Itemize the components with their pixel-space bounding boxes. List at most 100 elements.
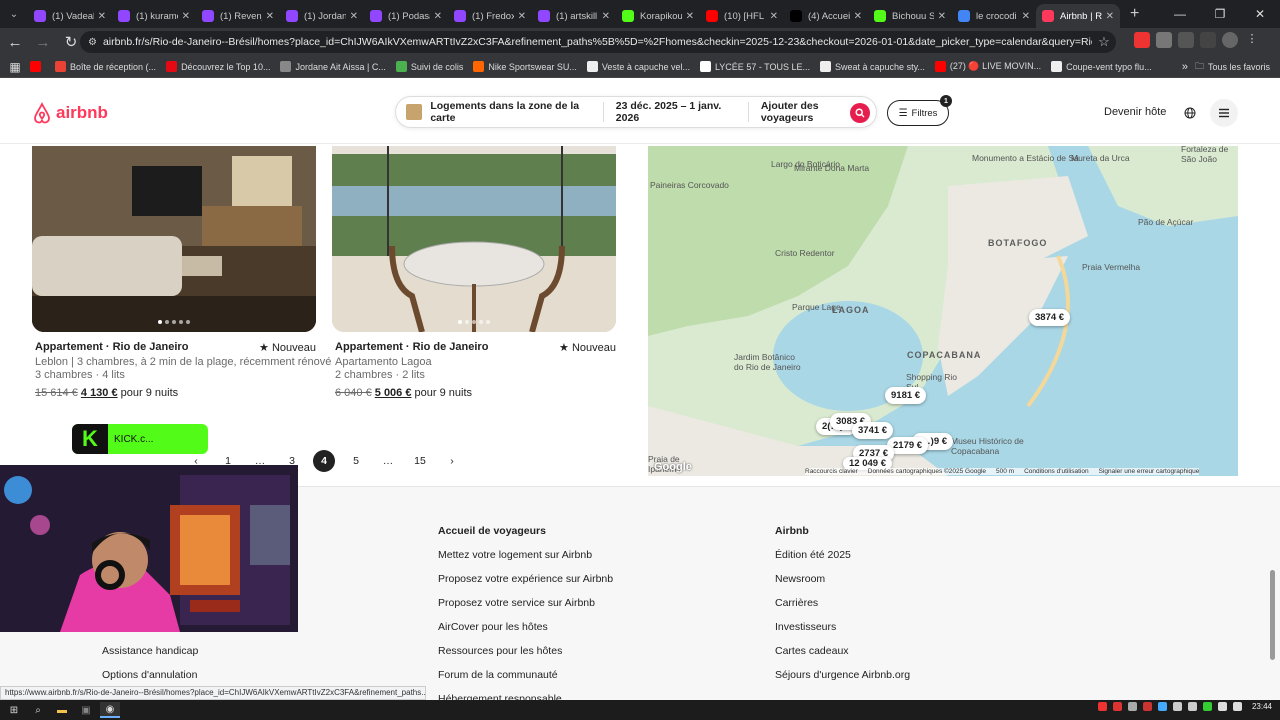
search-button[interactable] [850,103,870,123]
file-explorer-icon[interactable]: ▬ [52,702,72,718]
new-price[interactable]: 5 006 € [375,387,412,399]
site-info-icon[interactable]: ⚙ [88,37,97,48]
tab-close-icon[interactable]: ✕ [182,11,190,22]
browser-menu-icon[interactable]: ⋮ [1244,32,1260,48]
footer-link[interactable]: Séjours d'urgence Airbnb.org [775,669,910,681]
footer-link[interactable]: Édition été 2025 [775,549,851,561]
tray-icon[interactable] [1202,702,1212,711]
tray-icon[interactable] [1142,702,1152,711]
tray-icon[interactable] [1172,702,1182,711]
footer-link[interactable]: AirCover pour les hôtes [438,621,548,633]
map-price-pin[interactable]: 3741 € [852,422,894,439]
browser-tab[interactable]: le crocodi ✕ [952,4,1036,28]
tab-close-icon[interactable]: ✕ [518,11,526,22]
tray-icon[interactable] [1127,702,1137,711]
terms-link[interactable]: Conditions d'utilisation [1024,468,1088,475]
page-link[interactable]: 15 [409,450,431,472]
bluetooth-icon[interactable] [1157,702,1167,711]
tab-close-icon[interactable]: ✕ [266,11,274,22]
extension-icon[interactable] [1134,32,1150,48]
apps-grid-icon[interactable]: ▦ [0,60,30,74]
footer-link[interactable]: Investisseurs [775,621,836,633]
browser-tab[interactable]: Bichouu S ✕ [868,4,952,28]
bookmark-item[interactable]: Suivi de colis [395,61,463,72]
filters-button[interactable]: ☰ Filtres 1 [887,95,952,126]
windows-start-icon[interactable]: ⊞ [4,702,24,718]
map[interactable]: Largo do Boticário Mirante Dona Marta Pa… [648,146,1238,476]
browser-tab[interactable]: Airbnb | R ✕ [1036,4,1120,28]
globe-icon[interactable] [1178,101,1202,125]
tab-close-icon[interactable]: ✕ [602,11,610,22]
bookmark-item[interactable]: Veste à capuche vel... [586,61,690,72]
tab-close-icon[interactable]: ✕ [854,11,862,22]
browser-tab[interactable]: (1) kuramo ✕ [112,4,196,28]
search-icon[interactable]: ⌕ [28,702,48,718]
back-icon[interactable]: ← [2,29,28,55]
bookmark-item[interactable]: Nike Sportswear SU... [473,61,577,72]
reading-list-icon[interactable] [1200,32,1216,48]
network-icon[interactable] [1232,702,1242,711]
page-link[interactable]: 5 [345,450,367,472]
tab-close-icon[interactable]: ✕ [770,11,778,22]
bookmark-item[interactable]: Découvrez le Top 10... [166,61,270,72]
new-tab-button[interactable]: + [1130,5,1139,23]
extension-icon[interactable] [1156,32,1172,48]
footer-link[interactable]: Assistance handicap [102,645,198,657]
profile-avatar[interactable] [1222,32,1238,48]
bookmarks-overflow-icon[interactable]: » [1182,61,1188,73]
chrome-icon[interactable]: ◉ [100,702,120,718]
bookmark-item[interactable]: LYCÉE 57 - TOUS LE... [699,61,810,72]
tab-close-icon[interactable]: ✕ [98,11,106,22]
tray-icon[interactable] [1187,702,1197,711]
tab-close-icon[interactable]: ✕ [1106,11,1114,22]
listing-card[interactable]: Appartement · Rio de Janeiro ★ Nouveau A… [332,146,616,399]
become-host-link[interactable]: Devenir hôte [1104,106,1166,118]
footer-link[interactable]: Proposez votre expérience sur Airbnb [438,573,613,585]
footer-link[interactable]: Mettez votre logement sur Airbnb [438,549,592,561]
browser-tab[interactable]: Korapikou ✕ [616,4,700,28]
footer-link[interactable]: Cartes cadeaux [775,645,849,657]
footer-link[interactable]: Newsroom [775,573,825,585]
restore-icon[interactable]: ❐ [1200,0,1240,28]
bookmark-item[interactable]: Coupe-vent typo flu... [1051,61,1152,72]
listing-photo[interactable] [332,146,616,332]
volume-icon[interactable] [1217,702,1227,711]
bookmark-item[interactable]: Jordane Ait Aissa | C... [280,61,386,72]
search-location[interactable]: Logements dans la zone de la carte [396,100,603,124]
puzzle-icon[interactable] [1178,32,1194,48]
tray-icon[interactable] [1112,702,1122,711]
address-bar[interactable]: ⚙ airbnb.fr/s/Rio-de-Janeiro--Brésil/hom… [80,31,1116,53]
app-icon[interactable]: ▣ [76,702,96,718]
report-error-link[interactable]: Signaler une erreur cartographique [1099,468,1200,475]
search-dates[interactable]: 23 déc. 2025 – 1 janv. 2026 [602,100,748,124]
next-page-icon[interactable]: › [441,450,463,472]
airbnb-logo[interactable]: airbnb [32,102,108,124]
close-window-icon[interactable]: ✕ [1240,0,1280,28]
bookmark-star-icon[interactable]: ☆ [1092,34,1116,50]
footer-link[interactable]: Carrières [775,597,818,609]
bookmark-item[interactable]: Boîte de réception (... [55,61,156,72]
keyboard-shortcuts-link[interactable]: Raccourcis clavier [805,468,858,475]
bookmark-item[interactable] [30,61,45,72]
tab-close-icon[interactable]: ✕ [938,11,946,22]
tray-icon[interactable] [1097,702,1107,711]
map-price-pin[interactable]: 3874 € [1029,309,1071,326]
tab-close-icon[interactable]: ✕ [350,11,358,22]
clock[interactable]: 23:44 [1252,702,1272,711]
footer-link[interactable]: Options d'annulation [102,669,197,681]
browser-tab[interactable]: (1) Revenj ✕ [196,4,280,28]
page-current[interactable]: 4 [313,450,335,472]
bookmark-item[interactable]: (27) 🔴 LIVE MOVIN... [934,61,1041,72]
url-text[interactable]: airbnb.fr/s/Rio-de-Janeiro--Brésil/homes… [103,36,1092,48]
minimize-icon[interactable]: — [1160,0,1200,28]
listing-photo[interactable] [32,146,316,332]
footer-link[interactable]: Ressources pour les hôtes [438,645,562,657]
footer-link[interactable]: Proposez votre service sur Airbnb [438,597,595,609]
browser-tab[interactable]: (4) Accueil ✕ [784,4,868,28]
listing-card[interactable]: Appartement · Rio de Janeiro ★ Nouveau L… [32,146,331,399]
page-scrollbar[interactable] [1270,570,1275,660]
browser-tab[interactable]: (10) [HFL ✕ [700,4,784,28]
browser-tab[interactable]: (1) Vadeal ✕ [28,4,112,28]
map-price-pin[interactable]: 9181 € [885,387,927,404]
browser-tab[interactable]: (1) Fredox ✕ [448,4,532,28]
